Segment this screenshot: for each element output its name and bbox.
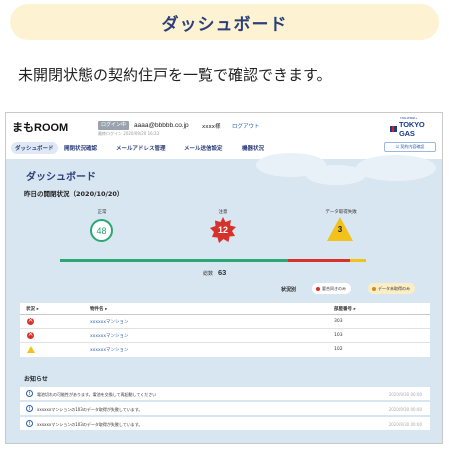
- normal-ratio-bar: [60, 259, 288, 262]
- property-name[interactable]: xxxxxxマンション: [90, 319, 128, 325]
- banner-title: ダッシュボード: [161, 14, 288, 35]
- section-subtitle: 昨日の開閉状況（2020/10/20）: [24, 190, 124, 198]
- property-name[interactable]: xxxxxxマンション: [90, 333, 128, 339]
- info-icon: !: [26, 420, 33, 427]
- caution-label: 注意: [218, 210, 228, 215]
- tokyo-gas-mark-icon: [390, 126, 397, 132]
- property-name[interactable]: xxxxxxマンション: [90, 347, 128, 353]
- total-label: 総数: [203, 271, 214, 277]
- fail-label: データ取得失敗: [325, 210, 357, 215]
- fail-ratio-bar: [350, 259, 366, 262]
- total-value: 63: [218, 268, 227, 277]
- fail-count[interactable]: 3: [326, 225, 354, 234]
- normal-count[interactable]: 48: [90, 219, 113, 242]
- room-number: 103: [334, 333, 343, 338]
- room-number: 303: [334, 319, 343, 324]
- info-icon: !: [26, 390, 33, 397]
- app-logo[interactable]: まもROOM: [12, 119, 68, 135]
- news-item[interactable]: ! xxxxxxマンションの103のデータ取得が失敗しています。 2020/9/…: [20, 402, 430, 415]
- news-section-title: お知らせ: [24, 376, 48, 383]
- table-row[interactable]: xxxxxxマンション 303: [20, 315, 430, 329]
- nav-item-email[interactable]: メールアドレス管理: [116, 144, 166, 152]
- orange-dot-icon: [372, 287, 376, 291]
- caution-ratio-bar: [288, 259, 350, 262]
- table-row[interactable]: xxxxxxマンション 102: [20, 343, 430, 357]
- column-header-property[interactable]: 物件名 ▸: [90, 306, 107, 312]
- nav-item-status[interactable]: 開閉状況確認: [64, 144, 97, 152]
- red-dot-icon: [316, 287, 320, 291]
- caution-count[interactable]: 12: [210, 217, 236, 243]
- page-title: ダッシュボード: [26, 172, 96, 183]
- news-text: xxxxxxマンションの103のデータ取得が失敗しています。: [37, 406, 143, 412]
- table-row[interactable]: xxxxxxマンション 103: [20, 329, 430, 343]
- normal-label: 正常: [97, 210, 107, 215]
- news-list: ! 電池切れの可能性があります。電池を交換して再起動してください 2020/9/…: [20, 387, 430, 432]
- tokyo-gas-logo: TOKYO GAS: [390, 120, 442, 138]
- table-header: 状況 ▸ 物件名 ▸ 部屋番号 ▸: [20, 303, 430, 315]
- nav-item-mail-settings[interactable]: メール送信設定: [184, 144, 223, 152]
- nav-item-dashboard[interactable]: ダッシュボード: [11, 142, 58, 154]
- user-name: xxxx様: [202, 124, 221, 130]
- brand-name: TOKYO GAS: [398, 120, 425, 138]
- filter-fail-pill[interactable]: データ未取得のみ: [368, 283, 415, 294]
- login-status-badge: ログイン中: [98, 121, 130, 130]
- status-table: 状況 ▸ 物件名 ▸ 部屋番号 ▸ xxxxxxマンション 303 xxxxxx…: [20, 303, 430, 357]
- news-date: 2020/9/30 00:00: [388, 421, 422, 427]
- app-header: まもROOM ログイン中 最終ログイン 2020/09/20 16:33 aaa…: [6, 113, 442, 139]
- dashboard-panel: ダッシュボード 昨日の開閉状況（2020/10/20） 正常 48 注意 12 …: [6, 153, 442, 443]
- pill-label: データ未取得のみ: [378, 286, 410, 291]
- room-number: 102: [334, 347, 343, 352]
- main-nav: ダッシュボード 開閉状況確認 メールアドレス管理 メール送信設定 機器状況 ☑ …: [6, 141, 442, 157]
- news-item[interactable]: ! 電池切れの可能性があります。電池を交換して再起動してください 2020/9/…: [20, 387, 430, 400]
- error-icon: [27, 330, 34, 339]
- news-text: 電池切れの可能性があります。電池を交換して再起動してください: [37, 391, 157, 397]
- feature-banner: ダッシュボード: [10, 4, 439, 40]
- news-text: xxxxxxマンションの103のデータ取得が失敗しています。: [37, 421, 143, 427]
- error-icon: [27, 316, 34, 325]
- news-date: 2020/9/30 00:00: [388, 391, 422, 397]
- news-item[interactable]: ! xxxxxxマンションの103のデータ取得が失敗しています。 2020/9/…: [20, 417, 430, 430]
- nav-item-devices[interactable]: 機器状況: [242, 144, 264, 152]
- filter-label: 状況別: [281, 287, 297, 293]
- filter-caution-pill[interactable]: 要合同きのみ: [312, 283, 351, 294]
- total-count: 総数 63: [203, 268, 226, 277]
- user-email: aaaa@bbbbb.co.jp: [134, 122, 189, 129]
- column-header-status[interactable]: 状況 ▸: [26, 306, 39, 312]
- news-date: 2020/9/30 00:00: [388, 406, 422, 412]
- last-login-text: 最終ログイン 2020/09/20 16:33: [98, 131, 160, 136]
- pill-label: 要合同きのみ: [322, 286, 346, 291]
- contract-button[interactable]: ☑ 契約内容確認: [384, 142, 436, 152]
- cloud-decoration: [356, 155, 436, 181]
- app-screenshot: まもROOM ログイン中 最終ログイン 2020/09/20 16:33 aaa…: [5, 112, 443, 444]
- logout-link[interactable]: ログアウト: [232, 122, 260, 130]
- info-icon: !: [26, 405, 33, 412]
- feature-description: 未開閉状態の契約住戸を一覧で確認できます。: [18, 66, 332, 84]
- warning-icon: [27, 346, 35, 353]
- column-header-room[interactable]: 部屋番号 ▸: [334, 306, 356, 312]
